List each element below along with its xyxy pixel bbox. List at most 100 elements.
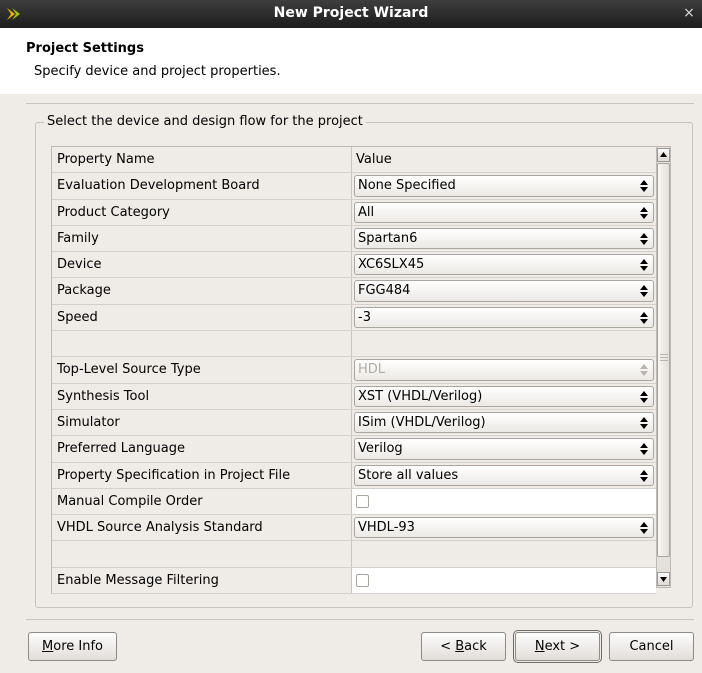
device-settings-group: Select the device and design flow for th… (35, 114, 693, 608)
back-button[interactable]: < Back (421, 632, 506, 661)
value-dropdown[interactable]: XST (VHDL/Verilog) (354, 385, 654, 407)
column-header-property-name: Property Name (52, 147, 352, 173)
updown-arrows-icon (640, 522, 648, 535)
table-row: Evaluation Development Board None Specifi… (52, 173, 656, 200)
thumb-grip-line (660, 360, 668, 361)
property-value-cell (352, 331, 656, 357)
property-value-cell[interactable]: XST (VHDL/Verilog) (352, 383, 656, 409)
property-value-cell[interactable]: -3 (352, 304, 656, 331)
table-row: Simulator ISim (VHDL/Verilog) (52, 409, 656, 437)
dropdown-selected-value: -3 (358, 309, 371, 325)
value-checkbox[interactable] (356, 494, 369, 508)
property-value-cell[interactable]: None Specified (352, 173, 656, 199)
property-name-cell: Package (52, 278, 352, 304)
property-value-cell[interactable]: Spartan6 (352, 225, 656, 252)
table-row: Product Category All (52, 199, 656, 226)
property-value-cell[interactable]: FGG484 (352, 278, 656, 304)
table-row: Synthesis Tool XST (VHDL/Verilog) (52, 383, 656, 410)
next-label: ext > (544, 639, 581, 654)
updown-arrows-icon (640, 285, 648, 298)
property-name-cell: Speed (52, 304, 352, 331)
properties-table: Property Name Value Evaluation Developme… (51, 146, 656, 595)
dropdown-selected-value: FGG484 (358, 283, 411, 299)
property-name-cell: Preferred Language (52, 436, 352, 462)
header-divider (26, 103, 694, 104)
updown-arrows-icon (640, 259, 648, 272)
updown-arrows-icon (640, 311, 648, 324)
triangle-down-icon (660, 577, 667, 582)
table-row: Family Spartan6 (52, 225, 656, 253)
table-row (52, 331, 656, 358)
table-header-row: Property Name Value (52, 147, 656, 174)
property-value-cell[interactable]: ISim (VHDL/Verilog) (352, 409, 656, 436)
scroll-thumb[interactable] (657, 163, 670, 557)
checkbox-cell (352, 567, 656, 594)
table-row: Manual Compile Order (52, 488, 656, 516)
page-subtitle: Specify device and project properties. (34, 64, 281, 79)
property-value-cell[interactable]: Verilog (352, 436, 656, 462)
close-icon[interactable]: × (682, 5, 696, 21)
title-bar[interactable]: New Project Wizard × (0, 0, 702, 28)
window-title: New Project Wizard (273, 5, 429, 21)
property-value-cell[interactable]: XC6SLX45 (352, 252, 656, 278)
property-value-cell[interactable]: Store all values (352, 462, 656, 488)
table-scrollbar[interactable] (656, 146, 671, 588)
property-value-cell[interactable]: HDL (352, 357, 656, 383)
thumb-grip-line (660, 357, 668, 358)
cancel-button[interactable]: Cancel (609, 632, 694, 661)
dropdown-selected-value: None Specified (358, 178, 456, 194)
triangle-up-icon (660, 152, 667, 157)
table-row: Device XC6SLX45 (52, 252, 656, 279)
value-dropdown[interactable]: Store all values (354, 464, 654, 486)
table-row: Property Specification in Project File St… (52, 462, 656, 489)
property-name-cell: Property Specification in Project File (52, 462, 352, 488)
property-name-cell: Device (52, 252, 352, 278)
property-value-cell[interactable] (352, 488, 656, 515)
property-value-cell[interactable]: All (352, 199, 656, 225)
value-dropdown[interactable]: Spartan6 (354, 227, 654, 250)
column-header-value: Value (352, 147, 656, 173)
value-checkbox[interactable] (356, 573, 369, 587)
updown-arrows-icon (640, 390, 648, 403)
value-dropdown[interactable]: XC6SLX45 (354, 254, 654, 276)
property-name-cell: Simulator (52, 409, 352, 436)
table-row: Top-Level Source Type HDL (52, 357, 656, 384)
updown-arrows-icon (640, 232, 648, 245)
updown-arrows-icon (640, 443, 648, 456)
more-info-button[interactable]: More Info (28, 632, 117, 661)
wizard-header: Project Settings Specify device and proj… (0, 28, 702, 94)
dropdown-selected-value: All (358, 204, 375, 220)
scroll-up-button[interactable] (657, 148, 670, 162)
value-dropdown[interactable]: -3 (354, 306, 654, 329)
table-row: Package FGG484 (52, 278, 656, 305)
more-info-label: ore Info (53, 639, 103, 654)
value-dropdown[interactable]: FGG484 (354, 280, 654, 302)
dropdown-selected-value: Store all values (358, 467, 459, 483)
property-value-cell (352, 541, 656, 567)
updown-arrows-icon (640, 180, 648, 193)
value-dropdown: HDL (354, 359, 654, 381)
value-dropdown[interactable]: None Specified (354, 175, 654, 197)
value-dropdown[interactable]: Verilog (354, 438, 654, 460)
dropdown-selected-value: Spartan6 (358, 230, 418, 246)
value-dropdown[interactable]: VHDL-93 (354, 517, 654, 539)
value-dropdown[interactable]: ISim (VHDL/Verilog) (354, 411, 654, 434)
back-mnemonic: B (455, 639, 465, 654)
updown-arrows-icon (640, 206, 648, 219)
value-dropdown[interactable]: All (354, 201, 654, 223)
updown-arrows-icon (640, 364, 648, 377)
property-value-cell[interactable] (352, 567, 656, 594)
scroll-down-button[interactable] (657, 572, 670, 586)
property-name-cell: Product Category (52, 199, 352, 225)
next-button[interactable]: Next > (513, 630, 602, 663)
property-name-cell (52, 331, 352, 357)
updown-arrows-icon (640, 469, 648, 482)
property-name-cell: Manual Compile Order (52, 488, 352, 515)
property-value-cell[interactable]: VHDL-93 (352, 515, 656, 541)
page-title: Project Settings (26, 41, 144, 56)
table-row: VHDL Source Analysis Standard VHDL-93 (52, 515, 656, 542)
property-name-cell: Family (52, 225, 352, 252)
dropdown-selected-value: XC6SLX45 (358, 257, 425, 273)
back-label: ack (464, 639, 487, 654)
property-name-cell: VHDL Source Analysis Standard (52, 515, 352, 541)
